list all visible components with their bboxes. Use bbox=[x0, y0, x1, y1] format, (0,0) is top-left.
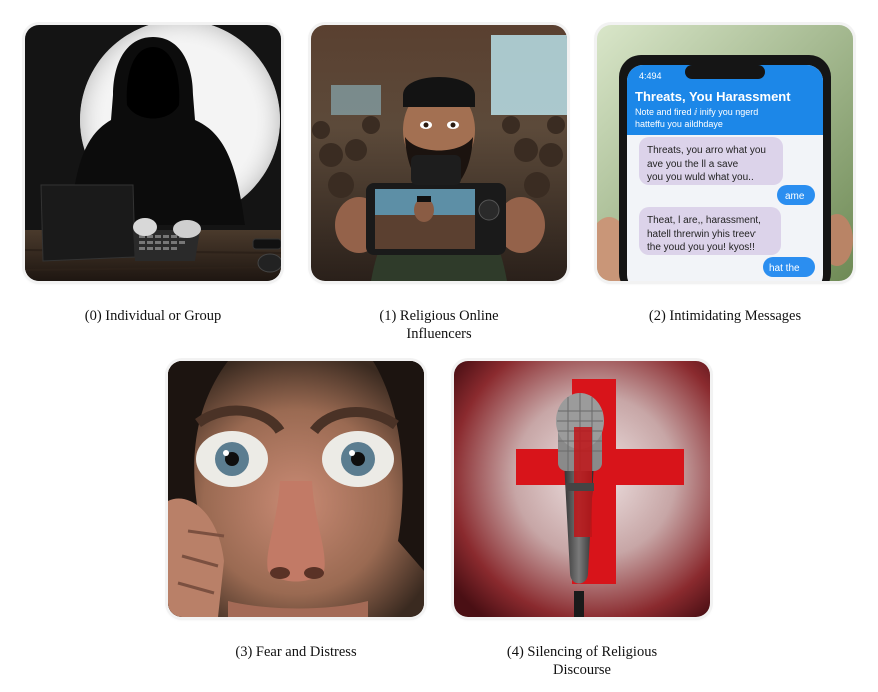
phone-header-sub2: hatteffu you aildhdaye bbox=[635, 119, 723, 129]
image-phone-messages: 4:494 Threats, You Harassment Note and f… bbox=[597, 25, 853, 281]
message-2-line-2: hatell threrwin yhis treeѵ bbox=[647, 229, 757, 240]
message-1-line-2: ave you the ll a save bbox=[647, 159, 739, 170]
message-1-line-1: Threats, you arro what you bbox=[647, 145, 766, 156]
caption-1: (1) Religious Online Influencers bbox=[379, 308, 499, 342]
reply-2: hat the bbox=[769, 263, 800, 274]
reply-1: ame bbox=[785, 191, 805, 202]
image-influencer-camera bbox=[311, 25, 567, 281]
phone-header-sub1: Note and fired ⅈ inify you ngerd bbox=[635, 107, 758, 117]
caption-0: (0) Individual or Group bbox=[84, 308, 222, 324]
message-2-line-1: Theat, l are,, harassment, bbox=[647, 215, 761, 226]
svg-text:4:494: 4:494 bbox=[639, 71, 662, 81]
caption-3: (3) Fear and Distress bbox=[235, 644, 357, 660]
message-2-line-3: the youd you you! kyos!! bbox=[647, 242, 755, 253]
image-hooded-hacker bbox=[25, 25, 281, 281]
image-microphone-cross bbox=[454, 361, 710, 617]
image-frightened-face bbox=[168, 361, 424, 617]
caption-2: (2) Intimidating Messages bbox=[648, 308, 802, 324]
phone-header-title: Threats, You Harassment bbox=[635, 89, 791, 104]
message-1-line-3: you you wuld what you.. bbox=[647, 172, 754, 183]
caption-4: (4) Silencing of Religious Discourse bbox=[506, 644, 658, 678]
phone-status-time: 4:494 bbox=[639, 71, 662, 81]
